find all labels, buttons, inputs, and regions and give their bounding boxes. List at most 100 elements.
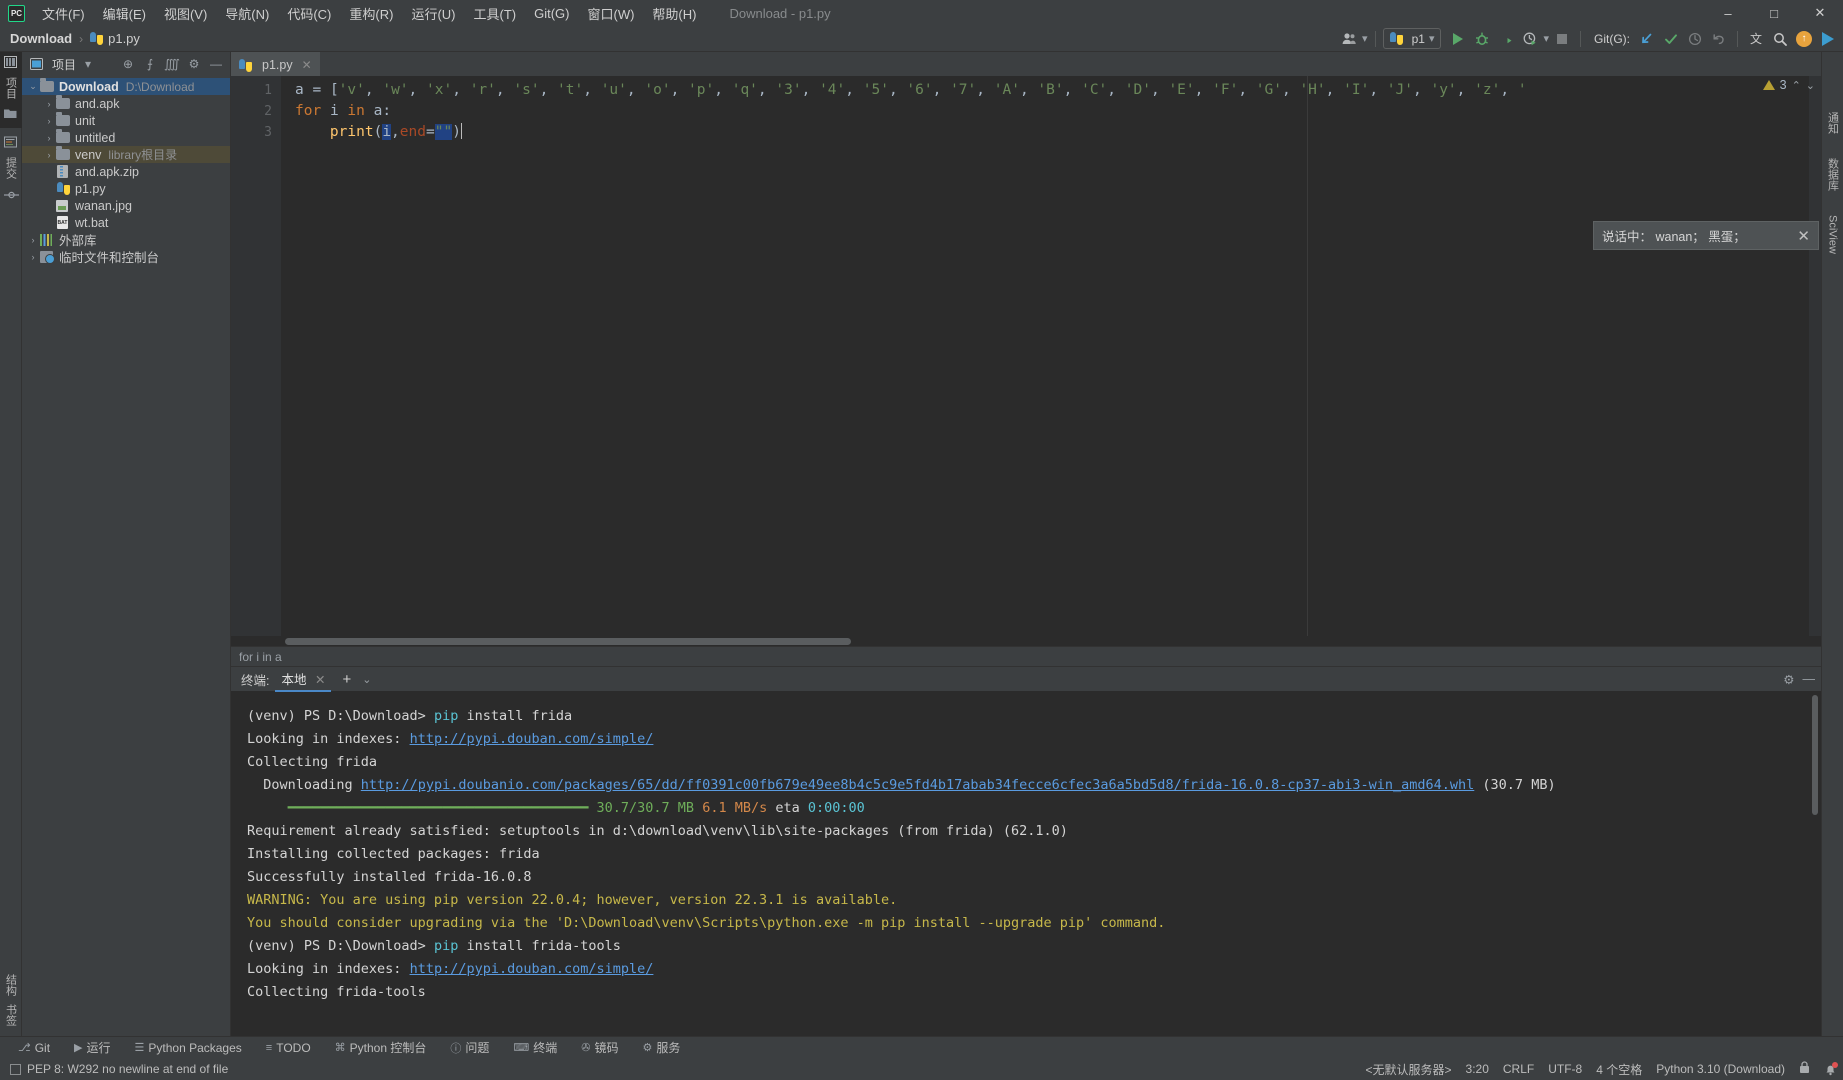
- update-available-icon[interactable]: ↑: [1793, 28, 1815, 50]
- menu-run[interactable]: 运行(U): [402, 1, 464, 26]
- tool-button--[interactable]: ⌨ 终端: [509, 1038, 561, 1057]
- editor-horizontal-scrollbar-track[interactable]: [231, 636, 1821, 646]
- expand-arrow-icon[interactable]: ›: [42, 201, 56, 211]
- tool-button-todo[interactable]: ≡ TODO: [262, 1040, 315, 1056]
- expand-arrow-icon[interactable]: ›: [42, 218, 56, 228]
- terminal-segment[interactable]: http://pypi.douban.com/simple/: [410, 731, 654, 747]
- close-icon[interactable]: ✕: [302, 58, 312, 72]
- menu-help[interactable]: 帮助(H): [643, 1, 705, 26]
- add-terminal-icon[interactable]: +: [337, 671, 356, 688]
- tree-item-wanan-jpg[interactable]: › wanan.jpg: [22, 197, 230, 214]
- gear-icon[interactable]: ⚙: [184, 54, 204, 74]
- status-line-separator[interactable]: CRLF: [1503, 1062, 1534, 1076]
- editor-inspection-widget[interactable]: 3 ⌃ ⌄: [1762, 78, 1815, 92]
- folder-strip-icon[interactable]: [4, 108, 17, 120]
- lock-icon[interactable]: [1799, 1061, 1810, 1077]
- run-all-icon[interactable]: [1817, 28, 1839, 50]
- branch-icon[interactable]: [4, 188, 19, 200]
- close-icon[interactable]: ✕: [1797, 227, 1810, 245]
- run-configuration-selector[interactable]: p1 ▾: [1382, 28, 1442, 49]
- error-stripe-gutter[interactable]: [1809, 76, 1821, 636]
- status-interpreter[interactable]: Python 3.10 (Download): [1656, 1062, 1785, 1076]
- debug-button[interactable]: [1471, 28, 1493, 50]
- profile-dropdown-icon[interactable]: ▾: [1543, 32, 1549, 45]
- coverage-button[interactable]: [1495, 28, 1517, 50]
- tool-button--[interactable]: ⚙ 服务: [639, 1038, 685, 1057]
- status-indent[interactable]: 4 个空格: [1596, 1061, 1642, 1078]
- tree-item-and-apk[interactable]: › and.apk: [22, 95, 230, 112]
- tab-p1-py[interactable]: p1.py ✕: [231, 52, 320, 76]
- breadcrumb-file[interactable]: p1.py: [90, 31, 140, 46]
- tool-button--[interactable]: ✇ 镜码: [577, 1038, 622, 1057]
- terminal-segment[interactable]: http://pypi.douban.com/simple/: [410, 961, 654, 977]
- expand-arrow-icon[interactable]: ⌄: [26, 81, 40, 92]
- sidebar-item-project[interactable]: 项目: [3, 72, 19, 104]
- project-panel-icon[interactable]: [4, 56, 17, 68]
- code-content[interactable]: a = ['v', 'w', 'x', 'r', 's', 't', 'u', …: [281, 76, 1809, 636]
- tool-button--[interactable]: ▶ 运行: [70, 1038, 114, 1057]
- minimize-button[interactable]: –: [1705, 0, 1751, 26]
- tree-item-untitled[interactable]: › untitled: [22, 129, 230, 146]
- close-button[interactable]: ✕: [1797, 0, 1843, 26]
- expand-arrow-icon[interactable]: ›: [26, 235, 40, 245]
- git-update-button[interactable]: [1636, 28, 1658, 50]
- tool-button-git[interactable]: ⎇ Git: [14, 1040, 54, 1056]
- sidebar-item-sciview[interactable]: SciView: [1827, 215, 1839, 254]
- menu-navigate[interactable]: 导航(N): [216, 1, 278, 26]
- run-button[interactable]: [1447, 28, 1469, 50]
- stop-button[interactable]: [1551, 28, 1573, 50]
- terminal-segment[interactable]: http://pypi.doubanio.com/packages/65/dd/…: [361, 777, 1475, 793]
- close-icon[interactable]: ✕: [315, 673, 325, 687]
- collapse-all-icon[interactable]: ⨌: [162, 54, 182, 74]
- expand-arrow-icon[interactable]: ›: [42, 150, 56, 160]
- menu-code[interactable]: 代码(C): [278, 1, 340, 26]
- menu-git[interactable]: Git(G): [525, 3, 578, 24]
- status-server[interactable]: <无默认服务器>: [1366, 1061, 1452, 1078]
- sidebar-item-commit[interactable]: 提交: [3, 152, 19, 184]
- maximize-button[interactable]: □: [1751, 0, 1797, 26]
- expand-arrow-icon[interactable]: ›: [42, 116, 56, 126]
- git-rollback-button[interactable]: [1708, 28, 1730, 50]
- tree-item-p1-py[interactable]: › p1.py: [22, 180, 230, 197]
- terminal-list-icon[interactable]: ⌄: [362, 673, 371, 686]
- terminal-scrollbar-thumb[interactable]: [1812, 695, 1818, 815]
- profile-button[interactable]: [1519, 28, 1541, 50]
- git-history-button[interactable]: [1684, 28, 1706, 50]
- expand-arrow-icon[interactable]: ›: [42, 133, 56, 143]
- breadcrumb-project[interactable]: Download: [10, 31, 72, 46]
- tree-item--[interactable]: › 外部库: [22, 231, 230, 248]
- terminal-tab-local[interactable]: 本地 ✕: [275, 667, 332, 692]
- sidebar-item-structure[interactable]: 结构: [3, 974, 19, 996]
- status-encoding[interactable]: UTF-8: [1548, 1062, 1582, 1076]
- tool-button--[interactable]: ⓘ 问题: [446, 1038, 493, 1057]
- expand-arrow-icon[interactable]: ›: [42, 99, 56, 109]
- status-caret-position[interactable]: 3:20: [1466, 1062, 1489, 1076]
- tree-item-download[interactable]: ⌄ Download D:\Download: [22, 78, 230, 95]
- chevron-down-icon[interactable]: ▾: [78, 54, 98, 74]
- terminal-output[interactable]: (venv) PS D:\Download> pip install frida…: [231, 691, 1821, 1036]
- tree-item-unit[interactable]: › unit: [22, 112, 230, 129]
- tool-button-python-[interactable]: ⌘ Python 控制台: [331, 1038, 431, 1057]
- hide-panel-icon[interactable]: —: [1803, 672, 1816, 686]
- editor-horizontal-scrollbar-thumb[interactable]: [285, 638, 851, 645]
- tree-item-venv[interactable]: › venv library根目录: [22, 146, 230, 163]
- sidebar-item-notifications[interactable]: 通知: [1825, 112, 1841, 134]
- hide-panel-icon[interactable]: —: [206, 54, 226, 74]
- commit-panel-icon[interactable]: [4, 136, 17, 148]
- git-commit-button[interactable]: [1660, 28, 1682, 50]
- menu-view[interactable]: 视图(V): [155, 1, 216, 26]
- sidebar-item-database[interactable]: 数据库: [1825, 158, 1841, 191]
- tool-button-python-packages[interactable]: ☰ Python Packages: [131, 1040, 246, 1056]
- expand-arrow-icon[interactable]: ›: [42, 184, 56, 194]
- users-icon[interactable]: [1338, 28, 1360, 50]
- menu-window[interactable]: 窗口(W): [578, 1, 643, 26]
- inspection-status-icon[interactable]: [10, 1063, 21, 1075]
- prev-problem-icon[interactable]: ⌃: [1792, 79, 1801, 92]
- menu-tools[interactable]: 工具(T): [464, 1, 525, 26]
- tree-item--[interactable]: › 临时文件和控制台: [22, 248, 230, 265]
- locate-file-icon[interactable]: ⊕: [118, 54, 138, 74]
- notifications-bell-icon[interactable]: [1824, 1061, 1838, 1076]
- sidebar-item-bookmark[interactable]: 书签: [3, 1004, 19, 1026]
- gear-icon[interactable]: ⚙: [1783, 672, 1794, 687]
- next-problem-icon[interactable]: ⌄: [1806, 79, 1815, 92]
